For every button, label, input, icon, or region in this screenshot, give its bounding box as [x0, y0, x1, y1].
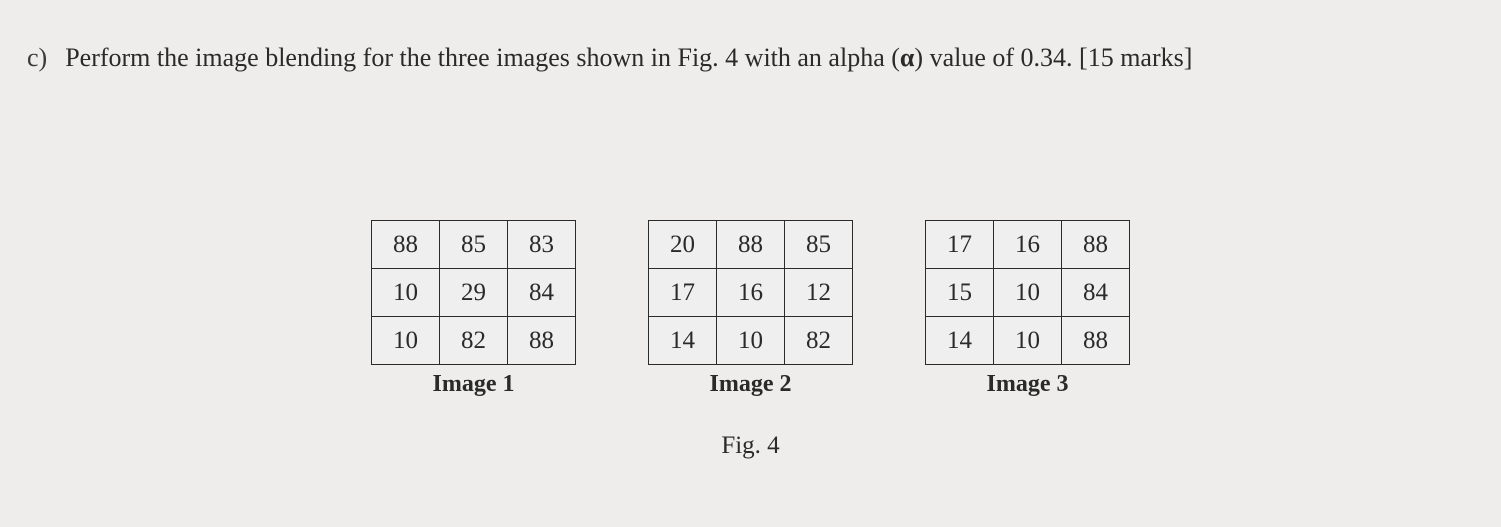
- table-cell: 82: [785, 317, 853, 365]
- table-cell: 14: [649, 317, 717, 365]
- table-cell: 84: [1062, 269, 1130, 317]
- table-row: 17 16 12: [649, 269, 853, 317]
- table-row: 14 10 82: [649, 317, 853, 365]
- table-cell: 16: [994, 221, 1062, 269]
- table-cell: 88: [372, 221, 440, 269]
- table-cell: 14: [926, 317, 994, 365]
- question-text: Perform the image blending for the three…: [65, 43, 1192, 73]
- table-cell: 10: [994, 269, 1062, 317]
- table-cell: 82: [440, 317, 508, 365]
- table-cell: 16: [717, 269, 785, 317]
- table-row: 17 16 88: [926, 221, 1130, 269]
- table-row: 15 10 84: [926, 269, 1130, 317]
- table-cell: 10: [372, 317, 440, 365]
- question-text-part2: ) value of 0.34. [15 marks]: [914, 43, 1192, 72]
- table-row: 14 10 88: [926, 317, 1130, 365]
- image-block-1: 88 85 83 10 29 84 10 82 88 Image 1: [371, 220, 576, 398]
- alpha-symbol: α: [900, 43, 915, 72]
- table-cell: 17: [926, 221, 994, 269]
- image-table-1: 88 85 83 10 29 84 10 82 88: [371, 220, 576, 365]
- table-cell: 10: [717, 317, 785, 365]
- image-caption-3: Image 3: [987, 371, 1069, 398]
- table-cell: 17: [649, 269, 717, 317]
- table-cell: 85: [785, 221, 853, 269]
- table-cell: 12: [785, 269, 853, 317]
- figure-area: 88 85 83 10 29 84 10 82 88 Image 1 20 88…: [0, 220, 1501, 398]
- table-row: 10 29 84: [372, 269, 576, 317]
- table-cell: 10: [372, 269, 440, 317]
- table-cell: 88: [717, 221, 785, 269]
- question-text-part1: Perform the image blending for the three…: [65, 43, 900, 72]
- image-caption-2: Image 2: [710, 371, 792, 398]
- table-cell: 84: [508, 269, 576, 317]
- image-table-2: 20 88 85 17 16 12 14 10 82: [648, 220, 853, 365]
- table-row: 10 82 88: [372, 317, 576, 365]
- table-cell: 20: [649, 221, 717, 269]
- table-cell: 83: [508, 221, 576, 269]
- question-marker: c): [27, 43, 47, 73]
- question-line: c) Perform the image blending for the th…: [27, 43, 1192, 73]
- table-cell: 29: [440, 269, 508, 317]
- table-cell: 88: [508, 317, 576, 365]
- table-cell: 15: [926, 269, 994, 317]
- image-block-3: 17 16 88 15 10 84 14 10 88 Image 3: [925, 220, 1130, 398]
- figure-caption: Fig. 4: [0, 432, 1501, 460]
- image-block-2: 20 88 85 17 16 12 14 10 82 Image 2: [648, 220, 853, 398]
- table-row: 88 85 83: [372, 221, 576, 269]
- table-cell: 88: [1062, 317, 1130, 365]
- table-cell: 85: [440, 221, 508, 269]
- table-row: 20 88 85: [649, 221, 853, 269]
- image-table-3: 17 16 88 15 10 84 14 10 88: [925, 220, 1130, 365]
- table-cell: 88: [1062, 221, 1130, 269]
- image-caption-1: Image 1: [433, 371, 515, 398]
- table-cell: 10: [994, 317, 1062, 365]
